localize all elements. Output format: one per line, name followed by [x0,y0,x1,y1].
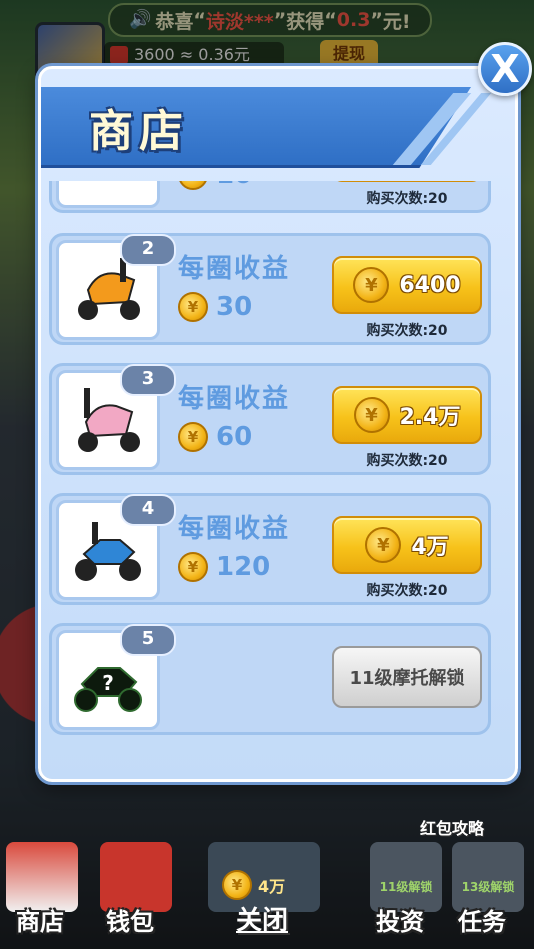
nav-wallet[interactable]: 钱包 [106,902,154,937]
earn-row: ¥ 10 [178,181,252,190]
price: 4万 [411,535,449,560]
close-modal-button[interactable]: X [478,42,532,96]
red-packet-strategy-link[interactable]: 红包攻略 [420,815,484,839]
price: 2.4万 [399,405,461,430]
coin-icon: ¥ [178,181,208,190]
buy-button[interactable] [332,181,482,182]
shop-title: 商店 [89,106,189,157]
earn-label: 每圈收益 [178,384,291,414]
center-price: 4万 [258,877,286,896]
level-badge: 3 [120,364,176,396]
earn-value: 10 [216,181,252,190]
shop-item-list[interactable]: ¥ 10 购买次数:20 2 每圈收益 ¥ 30 ¥ [47,181,493,759]
earn-value: 60 [216,422,253,452]
buy-button[interactable]: ¥ 2.4万 [332,386,482,444]
shop-item-locked: ? 5 11级摩托解锁 [49,623,491,735]
motorcycle-thumbnail [56,181,160,208]
mystery-mark: ? [102,671,114,695]
earn-value: 120 [216,552,271,582]
purchase-count: 购买次数:20 [366,583,448,599]
shop-item: ¥ 10 购买次数:20 [49,181,491,213]
purchase-count: 购买次数:20 [366,323,448,339]
shop-item: 3 每圈收益 ¥ 60 ¥ 2.4万 购买次数:20 [49,363,491,475]
coin-icon: ¥ [353,267,390,303]
earn-value: 30 [216,292,253,322]
nav-invest[interactable]: 投资 [376,902,424,937]
earn-row: ¥ 120 [178,552,270,582]
earn-label: 每圈收益 [178,514,291,544]
level-badge: 2 [120,234,176,266]
close-link[interactable]: 关闭 [236,900,288,937]
nav-task[interactable]: 任务 [458,902,506,937]
coin-icon: ¥ [178,292,208,322]
task-unlock-text: 13级解锁 [461,880,515,894]
invest-unlock-text: 11级解锁 [379,880,433,894]
coin-icon: ¥ [222,870,252,900]
nav-shop[interactable]: 商店 [16,902,64,937]
purchase-count: 购买次数:20 [366,453,448,469]
coin-icon: ¥ [365,527,402,563]
coin-icon: ¥ [178,422,208,452]
earn-row: ¥ 60 [178,422,252,452]
earn-label: 每圈收益 [178,254,291,284]
center-price-row: ¥ 4万 [222,870,285,900]
level-badge: 5 [120,624,176,656]
unlock-requirement-button[interactable]: 11级摩托解锁 [332,646,482,708]
shop-modal: 商店 ¥ 10 购买次数:20 [38,66,518,782]
price: 6400 [399,272,461,298]
coin-icon: ¥ [178,552,208,582]
bottom-bar: 商店 钱包 ¥ 4万 关闭 11级解锁 投资 13级解锁 任务 [0,840,534,949]
earn-row: ¥ 30 [178,292,252,322]
level-badge: 4 [120,494,176,526]
shop-item: 2 每圈收益 ¥ 30 ¥ 6400 购买次数:20 [49,233,491,345]
buy-button[interactable]: ¥ 4万 [332,516,482,574]
buy-button[interactable]: ¥ 6400 [332,256,482,314]
shop-item: 4 每圈收益 ¥ 120 ¥ 4万 购买次数:20 [49,493,491,605]
coin-icon: ¥ [353,397,390,433]
purchase-count: 购买次数:20 [366,191,448,207]
